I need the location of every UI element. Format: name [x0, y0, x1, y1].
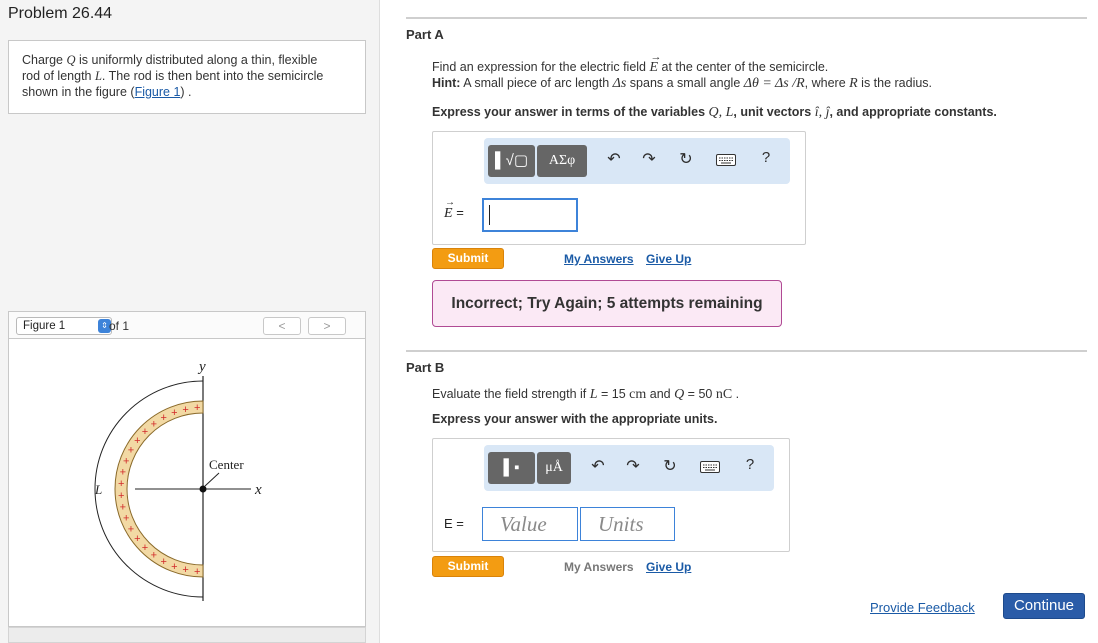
next-figure-button[interactable]: > — [308, 317, 346, 335]
figure-count: of 1 — [109, 319, 130, 333]
greek-symbols-button[interactable]: ΑΣφ — [537, 145, 587, 177]
plus-charge-mark: + — [160, 412, 166, 424]
plus-charge-mark: + — [123, 455, 129, 467]
prev-figure-button[interactable]: < — [263, 317, 301, 335]
reset-icon[interactable]: ↻ — [660, 456, 680, 476]
problem-title: Problem 26.44 — [8, 5, 113, 22]
plus-charge-mark: + — [134, 435, 140, 447]
undo-icon[interactable]: ↶ — [604, 149, 624, 169]
figure-panel: + + + + + + + + + + + + + + + + + + + + + + Center y x L — [8, 339, 366, 627]
part-a-my-answers-link[interactable]: My Answers — [564, 252, 634, 266]
plus-charge-mark: + — [151, 550, 157, 562]
part-a-feedback: Incorrect; Try Again; 5 attempts remaini… — [432, 280, 782, 327]
help-button[interactable]: ? — [756, 149, 776, 166]
plus-charge-mark: + — [120, 467, 126, 479]
redo-icon[interactable]: ↷ — [639, 149, 659, 169]
math-toolbar: ▌√▢ ΑΣφ ↶ ↷ ↻ ? — [484, 138, 790, 184]
units-toolbar: ▌▪ μÅ ↶ ↷ ↻ ? — [484, 445, 774, 491]
part-a-answer-input[interactable] — [482, 198, 578, 232]
part-a-hint: Hint: A small piece of arc length Δs spa… — [432, 76, 933, 91]
plus-charge-mark: + — [134, 533, 140, 545]
plus-charge-mark: + — [120, 501, 126, 513]
length-label: L — [94, 482, 102, 497]
part-a-equation-label: → E = — [444, 197, 464, 221]
part-b-equation-label: E = — [444, 516, 464, 531]
redo-icon[interactable]: ↷ — [623, 456, 643, 476]
part-a-give-up-link[interactable]: Give Up — [646, 252, 691, 266]
units-button[interactable]: μÅ — [537, 452, 571, 484]
center-label: Center — [209, 457, 244, 472]
part-b-title: Part B — [406, 360, 445, 375]
plus-charge-mark: + — [142, 542, 148, 554]
text-cursor — [489, 205, 490, 225]
units-input[interactable]: Units — [580, 507, 675, 541]
continue-button[interactable]: Continue — [1003, 593, 1085, 619]
divider — [406, 350, 1087, 352]
plus-charge-mark: + — [142, 426, 148, 438]
plus-charge-mark: + — [151, 418, 157, 430]
figure-navigation-bar: Figure 1 ⇕ of 1 < > — [8, 311, 366, 339]
part-b-my-answers: My Answers — [564, 560, 634, 574]
plus-charge-mark: + — [182, 564, 188, 576]
part-b-answer-box: ▌▪ μÅ ↶ ↷ ↻ ? E = Value Units — [432, 438, 790, 552]
left-bottom-strip — [8, 627, 366, 643]
figure-link[interactable]: Figure 1 — [135, 85, 181, 99]
part-a-instructions: Express your answer in terms of the vari… — [432, 105, 997, 120]
part-a-question: Find an expression for the electric fiel… — [432, 51, 829, 75]
plus-charge-mark: + — [171, 407, 177, 419]
divider — [406, 17, 1087, 19]
semicircle-figure: +++++++++++++++++++ + + + Center y x L — [94, 359, 262, 601]
keyboard-icon[interactable] — [716, 153, 736, 171]
plus-charge-mark: + — [182, 404, 188, 416]
part-a-submit-button[interactable]: Submit — [432, 248, 504, 269]
value-input[interactable]: Value — [482, 507, 578, 541]
part-a-answer-box: ▌√▢ ΑΣφ ↶ ↷ ↻ ? → E = — [432, 131, 806, 245]
reset-icon[interactable]: ↻ — [676, 149, 696, 169]
plus-charge-mark: + — [194, 566, 200, 578]
provide-feedback-link[interactable]: Provide Feedback — [870, 600, 975, 615]
center-point — [199, 485, 207, 493]
templates-button[interactable]: ▌√▢ — [488, 145, 535, 177]
plus-charge-mark: + — [160, 556, 166, 568]
undo-icon[interactable]: ↶ — [588, 456, 608, 476]
templates-button[interactable]: ▌▪ — [488, 452, 535, 484]
plus-charge-mark: + — [171, 561, 177, 573]
plus-charge-mark: + — [118, 478, 124, 490]
part-a-title: Part A — [406, 27, 444, 42]
part-b-give-up-link[interactable]: Give Up — [646, 560, 691, 574]
part-b-submit-button[interactable]: Submit — [432, 556, 504, 577]
y-axis-label: y — [197, 359, 206, 375]
part-b-question: Evaluate the field strength if L = 15 cm… — [432, 387, 740, 402]
plus-charge-mark: + — [118, 490, 124, 502]
keyboard-icon[interactable] — [700, 460, 720, 478]
left-panel: Problem 26.44 Charge Q is uniformly dist… — [0, 0, 380, 643]
help-button[interactable]: ? — [740, 456, 760, 473]
part-b-instructions: Express your answer with the appropriate… — [432, 412, 718, 426]
figure-select[interactable]: Figure 1 ⇕ — [16, 317, 112, 335]
problem-statement: Charge Q is uniformly distributed along … — [8, 40, 366, 114]
x-axis-label: x — [254, 482, 262, 498]
plus-charge-mark: + — [194, 402, 200, 414]
